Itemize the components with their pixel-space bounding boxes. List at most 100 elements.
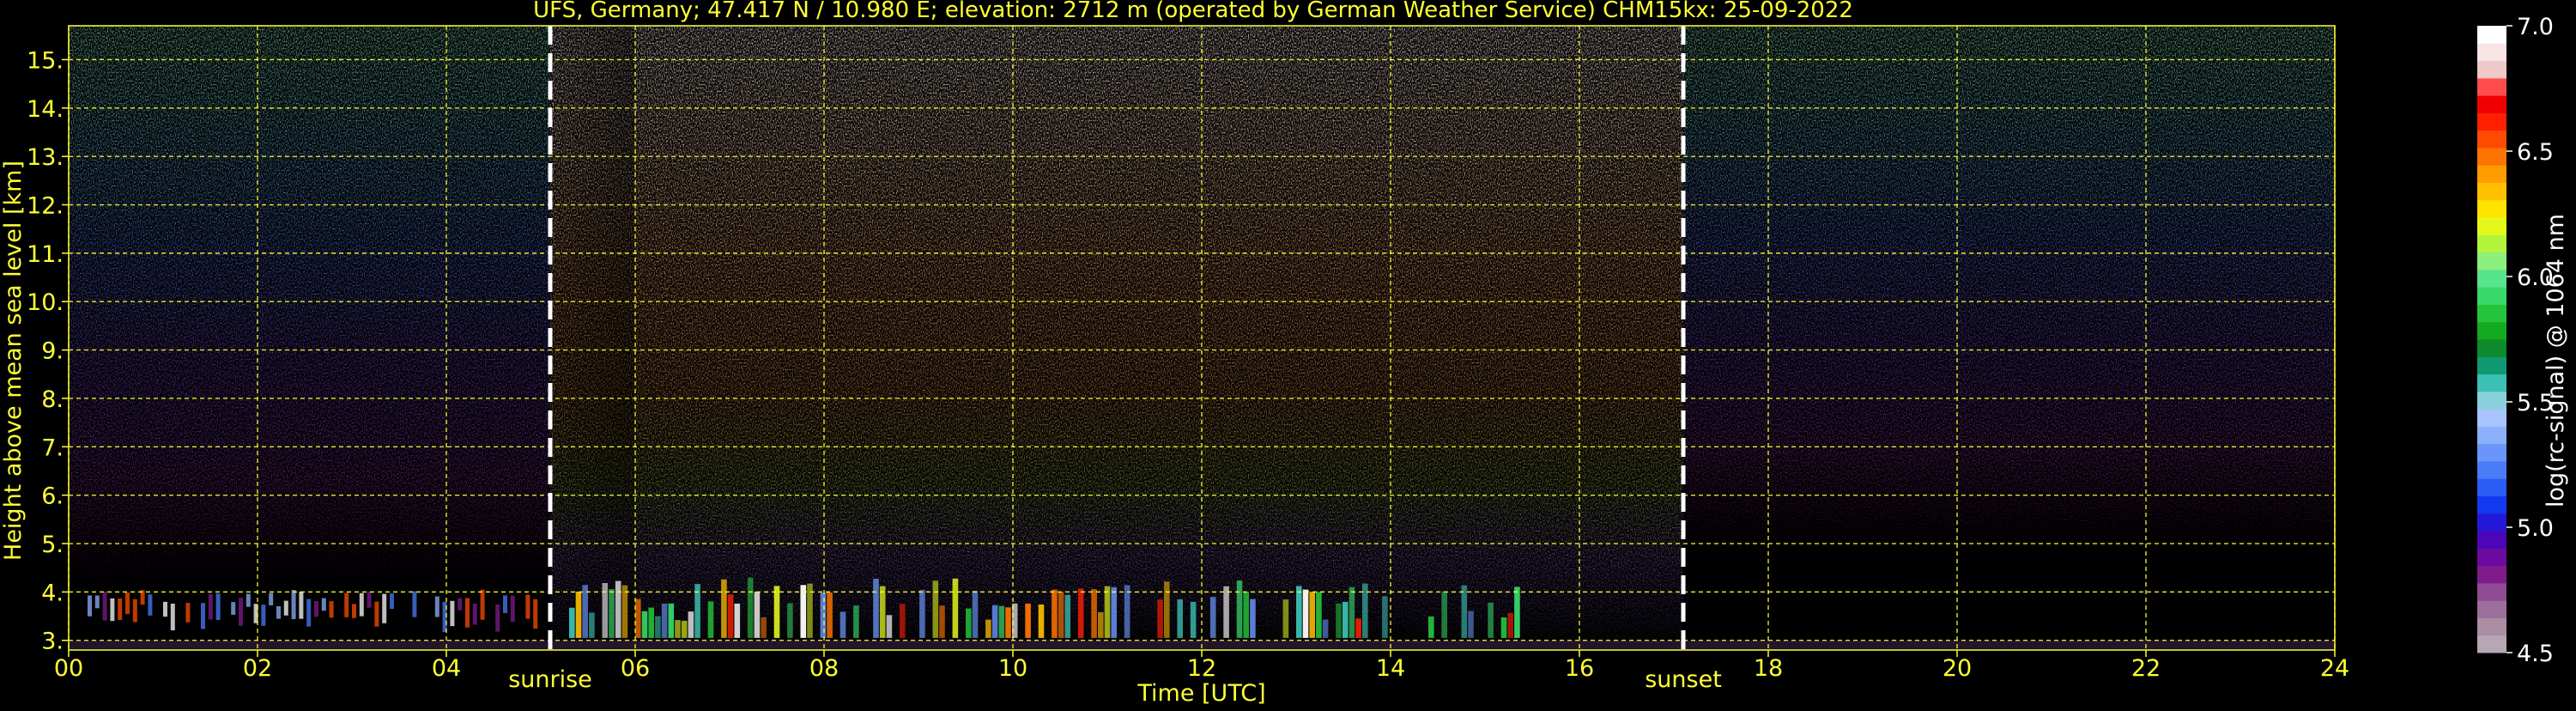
cloud-column bbox=[458, 598, 463, 611]
cloud-column bbox=[208, 593, 213, 620]
x-tick-label: 16 bbox=[1565, 655, 1594, 682]
colorbar-swatch bbox=[2477, 304, 2506, 323]
cloud-column bbox=[1322, 619, 1329, 638]
cloud-column bbox=[1098, 611, 1104, 638]
cloud-column bbox=[412, 591, 417, 617]
colorbar-swatch bbox=[2477, 269, 2506, 288]
cloud-column bbox=[853, 605, 859, 638]
colorbar-swatch bbox=[2477, 217, 2506, 235]
colorbar-swatch bbox=[2477, 287, 2506, 305]
cloud-column bbox=[132, 599, 137, 623]
y-tick-label: 8. bbox=[41, 386, 64, 413]
y-tick-label: 15. bbox=[27, 47, 64, 74]
colorbar-swatch bbox=[2477, 147, 2506, 166]
cloud-column bbox=[900, 604, 906, 638]
colorbar-swatch bbox=[2477, 635, 2506, 653]
cloud-column bbox=[1282, 599, 1289, 638]
cloud-column bbox=[681, 620, 688, 638]
cloud-column bbox=[1038, 605, 1045, 638]
cloud-column bbox=[94, 595, 100, 609]
cloud-column bbox=[533, 599, 538, 629]
cloud-column bbox=[919, 590, 925, 638]
colorbar-swatch bbox=[2477, 199, 2506, 218]
cloud-column bbox=[1005, 607, 1011, 638]
colorbar-swatch bbox=[2477, 409, 2506, 427]
cloud-column bbox=[707, 601, 714, 638]
cloud-column bbox=[569, 607, 575, 638]
sunrise-label: sunrise bbox=[508, 666, 592, 693]
cloud-column bbox=[734, 603, 741, 638]
x-tick-label: 08 bbox=[809, 655, 839, 682]
cloud-column bbox=[668, 603, 675, 638]
x-tick-label: 12 bbox=[1187, 655, 1216, 682]
colorbar-swatch bbox=[2477, 374, 2506, 392]
cloud-column bbox=[1302, 589, 1309, 638]
cloud-column bbox=[245, 593, 251, 607]
colorbar-swatch bbox=[2477, 478, 2506, 496]
colorbar-swatch bbox=[2477, 339, 2506, 357]
cloud-column bbox=[839, 611, 846, 638]
cloud-column bbox=[1111, 586, 1117, 638]
cloud-column bbox=[306, 599, 312, 627]
cloud-column bbox=[648, 607, 654, 638]
colorbar-swatch bbox=[2477, 60, 2506, 79]
cloud-column bbox=[261, 605, 266, 626]
y-tick-label: 10. bbox=[27, 289, 64, 316]
cloud-column bbox=[1349, 586, 1355, 638]
cloud-column bbox=[879, 586, 886, 638]
cloud-column bbox=[102, 591, 107, 621]
x-tick-label: 10 bbox=[998, 655, 1027, 682]
cloud-column bbox=[1309, 592, 1315, 638]
x-tick-label: 24 bbox=[2320, 655, 2349, 682]
cloud-column bbox=[1209, 597, 1216, 638]
heatmap-night-morning bbox=[69, 26, 550, 607]
cloud-column bbox=[721, 579, 727, 638]
cloud-column bbox=[1025, 603, 1031, 638]
cloud-column bbox=[747, 577, 754, 638]
colorbar-swatch bbox=[2477, 95, 2506, 113]
colorbar-swatch bbox=[2477, 531, 2506, 549]
cloud-column bbox=[609, 589, 615, 638]
cloud-column bbox=[231, 602, 236, 615]
cloud-column bbox=[754, 592, 761, 638]
cloud-column bbox=[985, 619, 991, 638]
x-tick-label: 06 bbox=[621, 655, 650, 682]
y-tick-label: 12. bbox=[27, 193, 64, 220]
cloud-column bbox=[269, 592, 274, 605]
cloud-column bbox=[1157, 599, 1163, 638]
cloud-column bbox=[170, 603, 175, 631]
cloud-column bbox=[727, 594, 734, 638]
colorbar-swatch bbox=[2477, 130, 2506, 149]
cloud-column bbox=[1104, 586, 1111, 638]
cloud-column bbox=[329, 601, 334, 618]
cloud-column bbox=[1507, 612, 1513, 638]
cloud-column bbox=[1177, 599, 1183, 638]
cloud-column bbox=[503, 595, 507, 614]
cloud-column bbox=[787, 603, 793, 638]
cloud-column bbox=[510, 595, 515, 623]
cloud-column bbox=[1336, 603, 1342, 638]
cloud-column bbox=[374, 601, 379, 627]
day-edge-shade bbox=[550, 26, 635, 641]
cloud-column bbox=[450, 600, 455, 627]
cloud-column bbox=[972, 590, 979, 638]
cloud-column bbox=[465, 598, 470, 628]
colorbar-tick-label: 5.0 bbox=[2517, 515, 2554, 542]
colorbar-swatch bbox=[2477, 26, 2506, 44]
cloud-column bbox=[1488, 602, 1494, 638]
y-tick-label: 13. bbox=[27, 144, 64, 171]
cloud-column bbox=[939, 605, 945, 638]
y-tick-label: 7. bbox=[41, 434, 64, 461]
cloud-column bbox=[1316, 592, 1322, 638]
sunset-label: sunset bbox=[1645, 666, 1722, 693]
cloud-column bbox=[688, 611, 694, 638]
backscatter-heatmap bbox=[69, 26, 2335, 641]
y-tick-label: 4. bbox=[41, 580, 64, 606]
x-tick-label: 14 bbox=[1376, 655, 1405, 682]
cloud-column bbox=[1355, 618, 1361, 638]
cloud-column bbox=[932, 580, 939, 638]
colorbar-tick-label: 7.0 bbox=[2517, 14, 2554, 40]
cloud-column bbox=[1461, 585, 1468, 638]
cloud-column bbox=[641, 611, 648, 638]
colorbar-swatch bbox=[2477, 495, 2506, 514]
